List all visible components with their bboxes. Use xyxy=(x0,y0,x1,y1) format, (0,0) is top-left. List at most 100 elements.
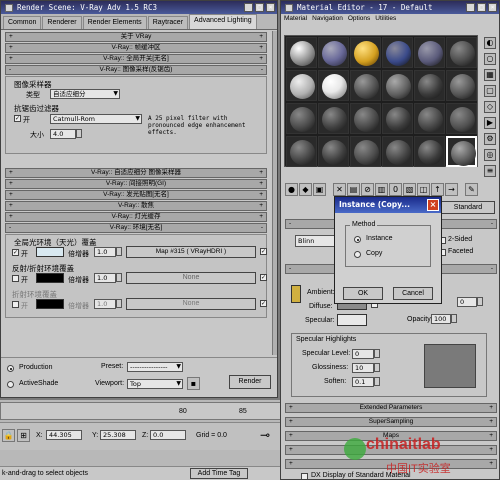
close-icon[interactable]: × xyxy=(488,3,497,12)
soften-input[interactable]: 0.1 xyxy=(352,377,374,387)
backlight-icon[interactable]: ○ xyxy=(484,53,496,65)
cancel-button[interactable]: Cancel xyxy=(393,287,433,300)
show-map-icon[interactable]: ▧ xyxy=(403,183,416,196)
sample-slot[interactable] xyxy=(382,37,413,68)
rollout-adaptive-subdivision[interactable]: + V-Ray:: 自适应细分 图像采样器 + xyxy=(5,168,267,178)
render-scene-titlebar[interactable]: Render Scene: V-Ray Adv 1.5 RC3 _ □ × xyxy=(1,1,277,14)
refl-env-on-checkbox[interactable] xyxy=(12,275,19,282)
sample-slot[interactable] xyxy=(350,136,381,167)
sample-slot[interactable] xyxy=(446,103,477,134)
refr-env-mult-input[interactable]: 1.0 xyxy=(94,299,116,309)
tab-raytracer[interactable]: Raytracer xyxy=(147,16,189,29)
selection-lock-icon[interactable]: 🔒 xyxy=(2,429,15,442)
sample-slot[interactable] xyxy=(286,37,317,68)
render-scrollbar[interactable] xyxy=(272,31,277,355)
make-unique-icon[interactable]: ⊘ xyxy=(361,183,374,196)
dialog-titlebar[interactable]: Instance (Copy... × xyxy=(335,197,441,213)
rollout-supersampling[interactable]: + SuperSampling + xyxy=(285,417,497,427)
soften-spinner[interactable] xyxy=(374,377,380,386)
opacity-spinner[interactable] xyxy=(451,314,457,323)
tab-advanced-lighting[interactable]: Advanced Lighting xyxy=(189,14,257,29)
sample-slot[interactable] xyxy=(414,103,445,134)
rollout-frame-buffer[interactable]: + V-Ray:: 帧缓冲区 + xyxy=(5,43,267,53)
sample-slot[interactable] xyxy=(286,70,317,101)
refl-env-map-checkbox[interactable]: ✓ xyxy=(260,274,267,281)
sample-uv-tiling-icon[interactable]: ▢ xyxy=(484,85,496,97)
sample-slot[interactable] xyxy=(414,70,445,101)
put-to-scene-icon[interactable]: ◆ xyxy=(299,183,312,196)
sampler-type-dropdown[interactable]: 自适应细分 ▼ xyxy=(50,89,120,99)
show-end-result-icon[interactable]: ◫ xyxy=(417,183,430,196)
z-coord-field[interactable]: 0.0 xyxy=(150,430,186,440)
sample-slot[interactable] xyxy=(286,103,317,134)
rollout-light-cache[interactable]: + V-Ray:: 灯光缓存 + xyxy=(5,212,267,222)
rollout-about-vray[interactable]: + 关于 VRay + xyxy=(5,32,267,42)
key-icon[interactable]: ⊸ xyxy=(260,428,270,442)
minimize-icon[interactable]: _ xyxy=(244,3,253,12)
production-radio[interactable] xyxy=(7,365,14,372)
opacity-input[interactable]: 100 xyxy=(431,314,451,324)
refr-env-color-swatch[interactable] xyxy=(36,299,64,309)
dx-display-checkbox[interactable] xyxy=(301,473,308,479)
aa-size-input[interactable]: 4.0 xyxy=(50,129,76,139)
glossiness-input[interactable]: 10 xyxy=(352,363,374,373)
material-editor-titlebar[interactable]: Material Editor - 17 - Default _ □ × xyxy=(281,1,499,14)
sample-slot[interactable] xyxy=(318,37,349,68)
refr-env-map-button[interactable]: None xyxy=(126,298,256,310)
y-coord-field[interactable]: 25.308 xyxy=(100,430,136,440)
go-forward-sibling-icon[interactable]: → xyxy=(445,183,458,196)
background-icon[interactable]: ▦ xyxy=(484,69,496,81)
sample-slot[interactable] xyxy=(286,136,317,167)
rollout-maps[interactable]: + Maps + xyxy=(285,431,497,441)
rollout-image-sampler[interactable]: - V-Ray:: 图像采样(反锯齿) - xyxy=(5,65,267,75)
tab-common[interactable]: Common xyxy=(3,16,42,29)
ambient-lock-icon[interactable] xyxy=(291,285,301,303)
pick-material-icon[interactable]: ✎ xyxy=(465,183,478,196)
sample-slot-selected[interactable] xyxy=(446,136,477,167)
viewport-dropdown[interactable]: Top ▼ xyxy=(127,379,183,389)
menu-material[interactable]: Material xyxy=(284,14,307,24)
assign-to-selection-icon[interactable]: ▣ xyxy=(313,183,326,196)
add-time-tag-button[interactable]: Add Time Tag xyxy=(190,468,248,479)
video-color-check-icon[interactable]: ◇ xyxy=(484,101,496,113)
menu-navigation[interactable]: Navigation xyxy=(312,14,343,24)
maximize-icon[interactable]: □ xyxy=(255,3,264,12)
specular-color-swatch[interactable] xyxy=(337,314,367,326)
rollout-caustics[interactable]: + V-Ray:: 散焦 + xyxy=(5,201,267,211)
menu-utilities[interactable]: Utilities xyxy=(375,14,396,24)
aa-size-spinner[interactable] xyxy=(76,129,82,138)
copy-radio[interactable] xyxy=(354,251,361,258)
sample-slot[interactable] xyxy=(382,136,413,167)
dialog-close-icon[interactable]: × xyxy=(427,199,439,211)
instance-radio[interactable] xyxy=(354,236,361,243)
put-to-library-icon[interactable]: ▥ xyxy=(375,183,388,196)
get-material-icon[interactable]: ● xyxy=(285,183,298,196)
sample-slot[interactable] xyxy=(350,70,381,101)
sample-slot[interactable] xyxy=(318,103,349,134)
rollout-environment[interactable]: - V-Ray:: 环境[无名] - xyxy=(5,223,267,233)
specular-level-input[interactable]: 0 xyxy=(352,349,374,359)
activeshade-radio[interactable] xyxy=(7,381,14,388)
tab-renderer[interactable]: Renderer xyxy=(42,16,82,29)
rollout-irradiance-map[interactable]: + V-Ray:: 发光贴图[无名] + xyxy=(5,190,267,200)
sample-slot[interactable] xyxy=(318,70,349,101)
refr-env-mult-spinner[interactable] xyxy=(116,299,122,308)
refl-env-color-swatch[interactable] xyxy=(36,273,64,283)
material-navigator-icon[interactable]: ≡ xyxy=(484,165,496,177)
sample-slot[interactable] xyxy=(414,136,445,167)
make-copy-icon[interactable]: ▤ xyxy=(347,183,360,196)
x-coord-field[interactable]: 44.305 xyxy=(46,430,82,440)
close-icon[interactable]: × xyxy=(266,3,275,12)
make-preview-icon[interactable]: ▶ xyxy=(484,117,496,129)
go-to-parent-icon[interactable]: ↑ xyxy=(431,183,444,196)
gi-env-map-button[interactable]: Map #315 ( VRayHDRI ) xyxy=(126,246,256,258)
sample-slot[interactable] xyxy=(350,103,381,134)
sample-slot[interactable] xyxy=(318,136,349,167)
refl-env-mult-input[interactable]: 1.0 xyxy=(94,273,116,283)
rollout-extended-parameters[interactable]: + Extended Parameters + xyxy=(285,403,497,413)
gi-env-color-swatch[interactable] xyxy=(36,247,64,257)
sample-slot[interactable] xyxy=(446,37,477,68)
gi-env-map-checkbox[interactable]: ✓ xyxy=(260,248,267,255)
select-by-material-icon[interactable]: ◎ xyxy=(484,149,496,161)
timeline-track[interactable]: 80 85 xyxy=(0,402,282,420)
